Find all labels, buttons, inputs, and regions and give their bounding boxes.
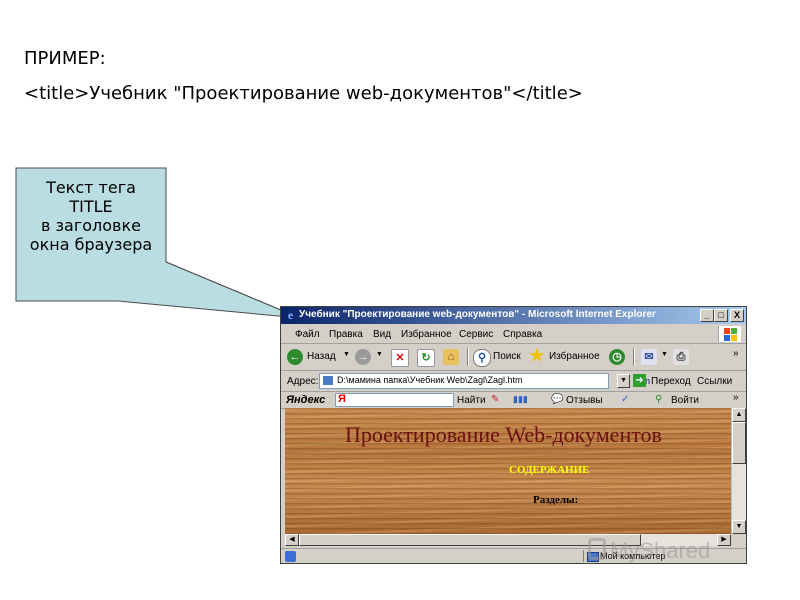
yandex-logo[interactable]: Яндекс bbox=[286, 394, 325, 406]
scroll-down-icon[interactable]: ▼ bbox=[732, 520, 746, 534]
menu-tools[interactable]: Сервис bbox=[459, 329, 493, 340]
scroll-right-icon[interactable]: ▶ bbox=[717, 534, 731, 546]
go-arrow-icon[interactable]: ➜ bbox=[633, 374, 646, 387]
speech-bubble-icon[interactable]: 💬 bbox=[551, 394, 563, 405]
vertical-scroll-thumb[interactable] bbox=[732, 422, 746, 464]
yandex-search-input[interactable]: Я bbox=[335, 393, 454, 407]
favorites-star-icon[interactable]: ★ bbox=[529, 347, 545, 364]
menu-favorites[interactable]: Избранное bbox=[401, 329, 452, 340]
page-heading: Проектирование Web-документов bbox=[345, 422, 662, 447]
login-icon[interactable]: ⚲ bbox=[655, 394, 662, 405]
address-label: Адрес: bbox=[287, 376, 319, 387]
forward-dropdown-arrow-icon[interactable]: ▼ bbox=[376, 351, 383, 358]
reviews-button[interactable]: Отзывы bbox=[566, 395, 603, 406]
menu-edit[interactable]: Правка bbox=[329, 329, 363, 340]
toolbar-separator bbox=[633, 348, 635, 366]
search-button[interactable]: Поиск bbox=[493, 351, 521, 362]
toolbar-separator bbox=[467, 348, 469, 366]
forward-arrow-icon[interactable]: → bbox=[355, 349, 371, 365]
vertical-scrollbar[interactable]: ▲ ▼ bbox=[731, 408, 746, 534]
mail-icon[interactable]: ✉ bbox=[641, 349, 657, 365]
go-button[interactable]: Переход bbox=[651, 376, 691, 387]
example-heading: ПРИМЕР: bbox=[24, 48, 106, 69]
favorites-button[interactable]: Избранное bbox=[549, 351, 600, 362]
dropdown-arrow-icon[interactable]: ▼ bbox=[617, 374, 630, 388]
pencil-icon[interactable]: ✎ bbox=[491, 394, 499, 405]
links-button[interactable]: Ссылки bbox=[697, 376, 732, 387]
contents-heading: СОДЕРЖАНИЕ bbox=[509, 464, 590, 476]
refresh-icon[interactable]: ↻ bbox=[417, 349, 435, 367]
sections-label: Разделы: bbox=[533, 494, 579, 506]
address-bar: Адрес: D:\мамина папка\Учебник Web\Zagl\… bbox=[281, 371, 746, 392]
stop-icon[interactable]: ✕ bbox=[391, 349, 409, 367]
toolbar-chevron-icon[interactable]: » bbox=[733, 348, 739, 359]
menu-view[interactable]: Вид bbox=[373, 329, 391, 340]
login-button[interactable]: Войти bbox=[671, 395, 699, 406]
title-code-example: <title>Учебник "Проектирование web-докум… bbox=[24, 83, 583, 104]
page-content: Проектирование Web-документов СОДЕРЖАНИЕ… bbox=[285, 408, 731, 534]
browser-window: e Учебник "Проектирование web-документов… bbox=[280, 306, 747, 564]
callout-text: Текст тега TITLE в заголовке окна браузе… bbox=[29, 178, 153, 254]
menu-bar: Файл Правка Вид Избранное Сервис Справка bbox=[281, 325, 746, 344]
minimize-icon[interactable]: _ bbox=[700, 309, 714, 322]
maximize-icon[interactable]: □ bbox=[714, 309, 728, 322]
scroll-left-icon[interactable]: ◀ bbox=[285, 534, 299, 546]
back-button[interactable]: Назад bbox=[307, 351, 336, 362]
menu-file[interactable]: Файл bbox=[295, 329, 320, 340]
watermark: MyShared bbox=[610, 538, 711, 563]
check-icon[interactable]: ✓ bbox=[621, 394, 629, 405]
yandex-chevron-icon[interactable]: » bbox=[733, 392, 739, 403]
yandex-toolbar: Яндекс Я Найти ✎ ▮▮▮ 💬 Отзывы ✓ ⚲ Войти … bbox=[281, 392, 746, 409]
print-icon[interactable]: ⎙ bbox=[673, 349, 689, 365]
mail-dropdown-arrow-icon[interactable]: ▼ bbox=[661, 351, 668, 358]
ie-logo-icon: e bbox=[287, 308, 294, 322]
window-title: Учебник "Проектирование web-документов" … bbox=[299, 309, 656, 320]
watermark-logo-icon bbox=[588, 538, 606, 560]
history-icon[interactable]: ◷ bbox=[609, 349, 625, 365]
address-value: D:\мамина папка\Учебник Web\Zagl\Zagl.ht… bbox=[337, 375, 523, 385]
scroll-up-icon[interactable]: ▲ bbox=[732, 408, 746, 422]
back-dropdown-arrow-icon[interactable]: ▼ bbox=[343, 351, 350, 358]
menu-help[interactable]: Справка bbox=[503, 329, 542, 340]
close-icon[interactable]: X bbox=[730, 309, 744, 322]
home-icon[interactable]: ⌂ bbox=[443, 349, 459, 365]
address-input[interactable]: D:\мамина папка\Учебник Web\Zagl\Zagl.ht… bbox=[319, 373, 650, 389]
title-bar[interactable]: e Учебник "Проектирование web-документов… bbox=[281, 307, 746, 324]
yandex-prefix: Я bbox=[338, 393, 346, 405]
windows-logo-icon bbox=[718, 326, 741, 342]
find-button[interactable]: Найти bbox=[457, 395, 486, 406]
signal-bars-icon: ▮▮▮ bbox=[513, 394, 528, 404]
standard-toolbar: ← Назад ▼ → ▼ ✕ ↻ ⌂ ⚲ Поиск ★ Избранное … bbox=[281, 344, 746, 371]
search-icon[interactable]: ⚲ bbox=[473, 349, 491, 367]
page-status-icon bbox=[285, 551, 296, 562]
back-arrow-icon[interactable]: ← bbox=[287, 349, 303, 365]
page-icon bbox=[323, 376, 333, 385]
